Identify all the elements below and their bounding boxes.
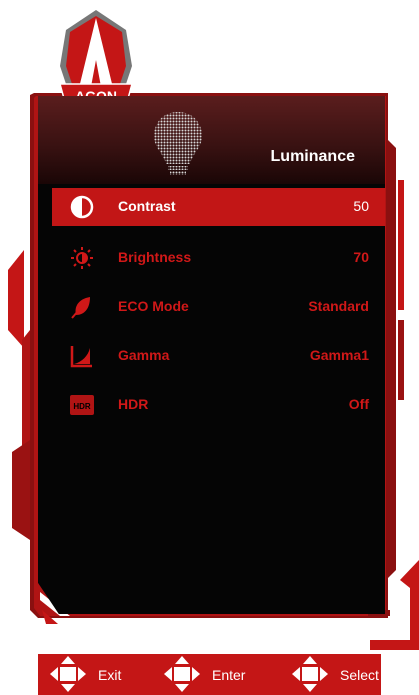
select-label: Select	[340, 667, 379, 683]
menu-item-hdr[interactable]: HDR HDR Off	[52, 386, 385, 424]
brightness-icon	[71, 247, 93, 269]
menu-item-brightness[interactable]: Brightness 70	[52, 239, 385, 277]
menu-item-value: Standard	[308, 298, 369, 314]
enter-label: Enter	[212, 667, 246, 683]
menu-item-label: HDR	[118, 396, 149, 412]
left-right-arrows-icon	[50, 656, 86, 692]
enter-button[interactable]: Enter	[156, 654, 266, 695]
menu-item-label: Contrast	[118, 198, 176, 214]
menu-item-gamma[interactable]: Gamma Gamma1	[52, 337, 385, 375]
exit-label: Exit	[98, 667, 122, 683]
page-title: Luminance	[270, 148, 355, 165]
hdr-icon: HDR	[70, 395, 94, 415]
gamma-curve-icon	[70, 346, 92, 368]
lightbulb-icon	[154, 112, 202, 175]
panel-header: Luminance	[38, 96, 385, 184]
up-down-arrows-icon	[292, 656, 328, 692]
exit-button[interactable]: Exit	[42, 654, 142, 695]
menu-item-value: Gamma1	[309, 347, 369, 363]
menu-item-value: 70	[353, 249, 369, 265]
menu-item-label: ECO Mode	[118, 298, 189, 314]
menu-item-label: Brightness	[118, 249, 192, 265]
left-right-arrows-icon	[164, 656, 200, 692]
menu-item-label: Gamma	[118, 347, 170, 363]
footer-controls: Exit Enter Select	[38, 654, 381, 695]
menu-item-eco-mode[interactable]: ECO Mode Standard	[52, 288, 385, 326]
menu-item-value: Off	[348, 396, 369, 412]
leaf-icon	[71, 297, 90, 319]
menu-item-contrast[interactable]: Contrast 50	[52, 188, 385, 226]
contrast-icon	[70, 195, 94, 219]
select-button[interactable]: Select	[284, 654, 384, 695]
osd-panel: Luminance Contrast 50 Brightness 70 ECO …	[38, 96, 385, 614]
svg-text:HDR: HDR	[73, 402, 91, 411]
menu-item-value: 50	[353, 198, 369, 214]
